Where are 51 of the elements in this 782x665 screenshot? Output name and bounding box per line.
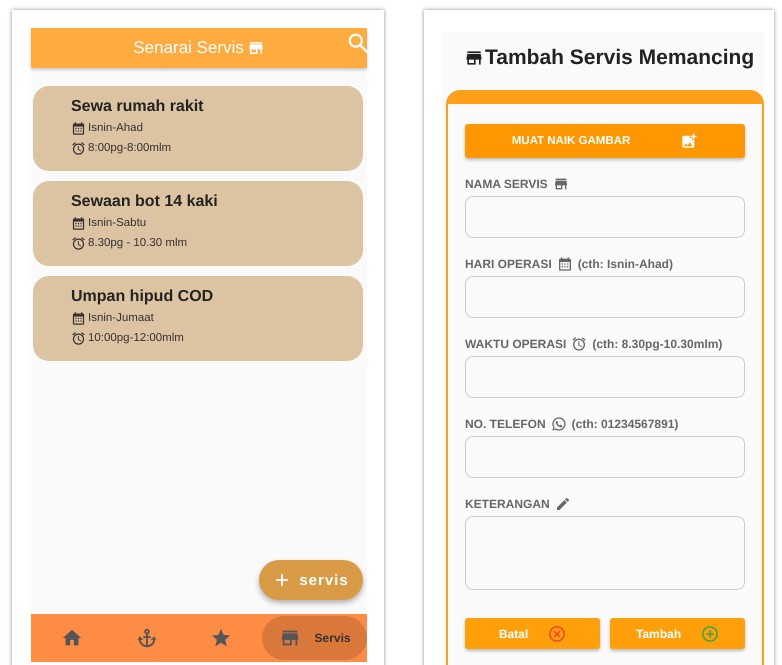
upload-image-button[interactable]: MUAT NAIK GAMBAR xyxy=(465,124,745,158)
service-name: Sewaan bot 14 kaki xyxy=(71,193,219,211)
screen-title: Senarai Servis xyxy=(133,38,244,58)
image-plus-icon xyxy=(680,132,698,150)
alarm-icon xyxy=(71,330,86,346)
form-title: Tambah Servis Memancing xyxy=(485,46,754,70)
nav-tab[interactable]: Servis xyxy=(262,616,368,660)
field-label: KETERANGAN xyxy=(465,497,550,511)
operating-days: Isnin-Sabtu xyxy=(88,217,146,229)
add-button[interactable]: Tambah xyxy=(610,618,745,649)
operating-hours: 8.30pg - 10.30 mlm xyxy=(88,237,188,249)
plus-circle-icon xyxy=(701,624,720,642)
store-icon xyxy=(246,39,265,57)
field-label: HARI OPERASI xyxy=(465,257,552,271)
alarm-icon xyxy=(71,236,86,250)
input-field[interactable] xyxy=(465,196,745,238)
store-icon xyxy=(552,176,569,192)
input-field[interactable] xyxy=(465,436,745,478)
service-name: Sewa rumah rakit xyxy=(71,98,204,116)
calendar-icon xyxy=(71,310,86,326)
alarm-icon xyxy=(71,140,86,156)
anchor-icon xyxy=(136,627,158,649)
calendar-icon xyxy=(71,120,86,136)
operating-days: Isnin-Ahad xyxy=(88,122,143,134)
calendar-icon xyxy=(556,256,573,272)
cancel-button[interactable]: Batal xyxy=(465,618,600,649)
field-label: NO. TELEFON xyxy=(465,417,546,431)
field-hint: (cth: Isnin-Ahad) xyxy=(578,257,674,271)
input-field[interactable] xyxy=(465,356,745,398)
field-label: NAMA SERVIS xyxy=(465,177,548,191)
x-circle-icon xyxy=(548,624,566,642)
star-icon xyxy=(210,627,232,649)
operating-hours: 10:00pg-12:00mlm xyxy=(88,332,184,344)
field-hint: (cth: 01234567891) xyxy=(572,417,678,431)
service-name: Umpan hipud COD xyxy=(71,288,214,306)
field-hint: (cth: 8.30pg-10.30mlm) xyxy=(592,337,722,351)
calendar-icon xyxy=(71,216,86,230)
pencil-icon xyxy=(554,496,571,512)
chat-phone-icon xyxy=(550,416,567,432)
operating-hours: 8:00pg-8:00mlm xyxy=(88,142,172,154)
alarm-icon xyxy=(571,336,588,352)
service-card[interactable]: Umpan hipud COD Isnin-Jumaat 10:00pg-12:00mlm xyxy=(33,276,363,361)
input-field[interactable] xyxy=(465,276,745,318)
operating-days: Isnin-Jumaat xyxy=(88,312,154,324)
text-area[interactable] xyxy=(465,516,745,590)
add-service-button[interactable]: servis xyxy=(259,560,363,600)
field-label: WAKTU OPERASI xyxy=(465,337,566,351)
service-card[interactable]: Sewa rumah rakit Isnin-Ahad 8:00pg-8:00mlm xyxy=(33,86,363,171)
search-button[interactable] xyxy=(347,32,369,54)
service-card[interactable]: Sewaan bot 14 kaki Isnin-Sabtu 8.30pg - 10.30 mlm xyxy=(33,181,363,266)
search-icon xyxy=(347,32,369,54)
